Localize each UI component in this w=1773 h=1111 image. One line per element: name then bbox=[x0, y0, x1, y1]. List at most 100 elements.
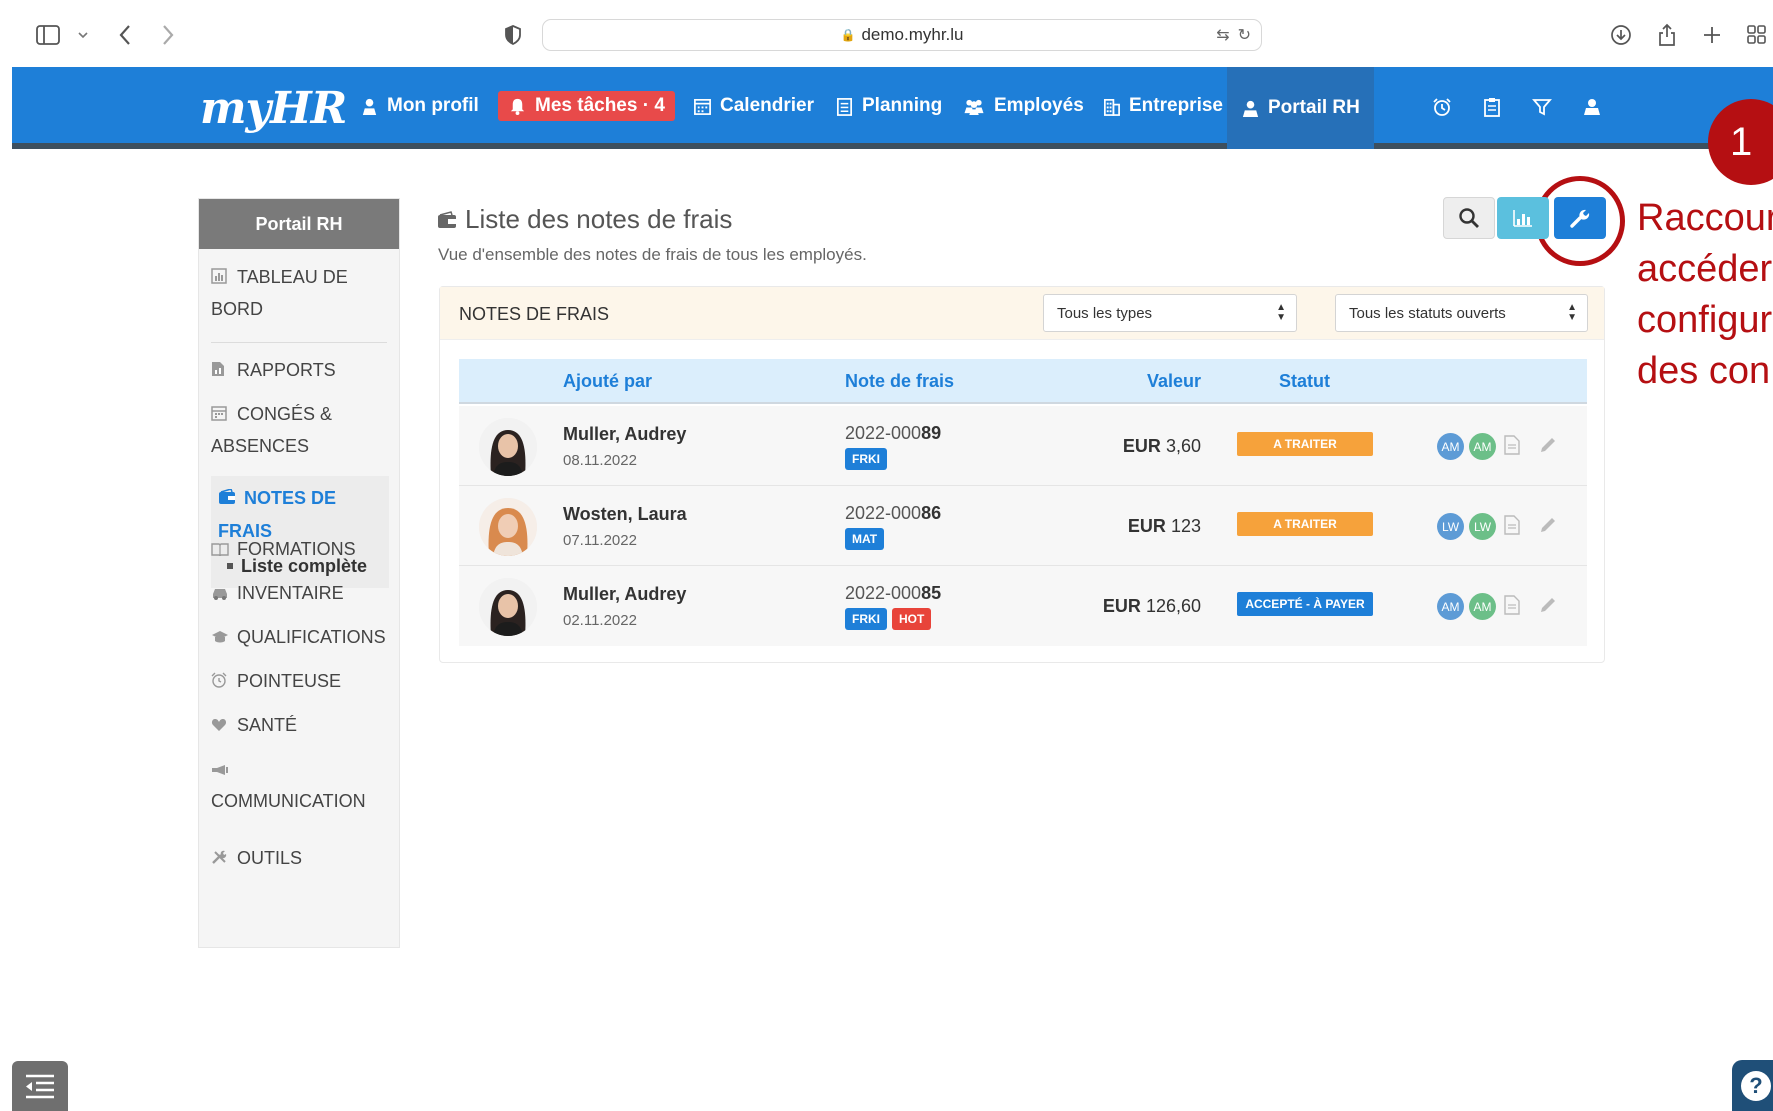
column-header-added-by[interactable]: Ajouté par bbox=[563, 371, 652, 392]
avatar bbox=[479, 418, 537, 476]
forward-icon[interactable] bbox=[155, 22, 181, 48]
sidebar-item-tableau-de-bord[interactable]: TABLEAU DE BORD bbox=[211, 261, 389, 325]
search-button[interactable] bbox=[1443, 197, 1495, 239]
approver-avatar[interactable]: AM bbox=[1437, 593, 1464, 620]
nav-mon-profil[interactable]: Mon profil bbox=[360, 91, 479, 121]
sidebar-item-label: TABLEAU DE BORD bbox=[211, 267, 348, 319]
sidebar-item-label: INVENTAIRE bbox=[237, 583, 344, 603]
annotation-line: configur bbox=[1637, 299, 1773, 341]
menu-toggle-button[interactable] bbox=[12, 1061, 68, 1111]
privacy-shield-icon[interactable] bbox=[500, 22, 526, 48]
column-header-note[interactable]: Note de frais bbox=[845, 371, 954, 392]
back-icon[interactable] bbox=[112, 22, 138, 48]
edit-pencil-icon[interactable] bbox=[1537, 593, 1559, 617]
alarm-clock-icon bbox=[211, 666, 229, 688]
statistics-button[interactable] bbox=[1497, 197, 1549, 239]
sidebar-item-inventaire[interactable]: INVENTAIRE bbox=[211, 577, 389, 609]
table-row[interactable]: Muller, Audrey 08.11.2022 2022-00089 FRK… bbox=[459, 406, 1587, 486]
sidebar-item-notes-de-frais[interactable]: NOTES DE FRAIS Liste complète bbox=[211, 476, 389, 588]
share-icon[interactable] bbox=[1654, 22, 1680, 48]
employee-name: Muller, Audrey bbox=[563, 424, 687, 444]
note-number[interactable]: 2022-00085 bbox=[845, 583, 941, 604]
nav-label: Calendrier bbox=[720, 95, 814, 116]
note-date: 07.11.2022 bbox=[563, 532, 637, 549]
panel-header: NOTES DE FRAIS Tous les types ▲ ▼ Tous le… bbox=[440, 287, 1604, 340]
approver-avatar[interactable]: LW bbox=[1469, 513, 1496, 540]
wallet-icon bbox=[218, 483, 236, 515]
translate-icon[interactable]: ⇆ bbox=[1216, 25, 1229, 45]
nav-label: Mes tâches · 4 bbox=[535, 95, 665, 116]
table-row[interactable]: Wosten, Laura 07.11.2022 2022-00086 MAT … bbox=[459, 486, 1587, 566]
sidebar-item-rapports[interactable]: RAPPORTS bbox=[211, 354, 389, 386]
nav-planning[interactable]: Planning bbox=[835, 91, 942, 121]
type-filter-select[interactable]: Tous les types ▲ ▼ bbox=[1043, 294, 1297, 332]
configuration-button[interactable] bbox=[1554, 197, 1606, 239]
search-icon bbox=[1459, 208, 1479, 228]
address-bar[interactable]: 🔒 demo.myhr.lu ⇆ ↻ bbox=[542, 19, 1262, 51]
sidebar-item-qualifications[interactable]: QUALIFICATIONS bbox=[211, 621, 389, 653]
sidebar-item-formations[interactable]: FORMATIONS bbox=[211, 533, 389, 565]
note-number[interactable]: 2022-00089 bbox=[845, 423, 941, 444]
reload-icon[interactable]: ↻ bbox=[1238, 25, 1251, 45]
column-header-value[interactable]: Valeur bbox=[1147, 371, 1201, 392]
calendar-icon bbox=[694, 98, 711, 115]
sidebar-item-communication[interactable]: COMMUNICATION bbox=[211, 753, 389, 817]
note-number[interactable]: 2022-00086 bbox=[845, 503, 941, 524]
nav-entreprise[interactable]: Entreprise bbox=[1102, 91, 1223, 121]
avatar bbox=[479, 578, 537, 636]
nav-mes-taches[interactable]: Mes tâches · 4 bbox=[498, 91, 675, 121]
edit-pencil-icon[interactable] bbox=[1537, 513, 1559, 537]
nav-calendrier[interactable]: Calendrier bbox=[693, 91, 814, 121]
chevron-down-icon[interactable] bbox=[70, 22, 96, 48]
bar-chart-icon bbox=[1513, 210, 1532, 227]
select-arrows-icon: ▲ ▼ bbox=[1567, 302, 1577, 323]
sidebar-item-label: SANTÉ bbox=[237, 715, 298, 735]
sidebar-item-label: RAPPORTS bbox=[237, 360, 336, 380]
sidebar-item-label: QUALIFICATIONS bbox=[237, 627, 386, 647]
status-badge: ACCEPTÉ - À PAYER bbox=[1237, 592, 1373, 616]
select-value: Tous les types bbox=[1057, 304, 1153, 322]
annotation-text: Raccour accéder configur des con bbox=[1637, 193, 1773, 397]
clipboard-icon[interactable] bbox=[1480, 95, 1504, 119]
status-badge: A TRAITER bbox=[1237, 512, 1373, 536]
sidebar-item-label: FORMATIONS bbox=[237, 539, 356, 559]
status-filter-select[interactable]: Tous les statuts ouverts ▲ ▼ bbox=[1335, 294, 1588, 332]
main-navigation: myHR Mon profil Mes tâches · 4 Calendrie… bbox=[12, 67, 1773, 149]
nav-employes[interactable]: Employés bbox=[962, 91, 1084, 121]
edit-pencil-icon[interactable] bbox=[1537, 433, 1559, 457]
download-icon[interactable] bbox=[1608, 22, 1634, 48]
sidebar-item-conges-absences[interactable]: CONGÉS & ABSENCES bbox=[211, 398, 389, 462]
document-icon[interactable] bbox=[1501, 433, 1523, 457]
approver-avatar[interactable]: LW bbox=[1437, 513, 1464, 540]
select-value: Tous les statuts ouverts bbox=[1349, 304, 1506, 322]
tab-overview-icon[interactable] bbox=[1744, 22, 1770, 48]
sidebar-item-outils[interactable]: OUTILS bbox=[211, 842, 389, 874]
tools-icon bbox=[211, 843, 229, 864]
nav-portail-rh[interactable]: Portail RH bbox=[1227, 67, 1374, 149]
note-value: EUR 123 bbox=[1127, 516, 1201, 536]
column-header-status[interactable]: Statut bbox=[1279, 371, 1330, 392]
annotation-line: des con bbox=[1637, 350, 1771, 392]
sidebar-item-sante[interactable]: SANTÉ bbox=[211, 709, 389, 741]
document-icon[interactable] bbox=[1501, 513, 1523, 537]
indent-list-icon bbox=[26, 1074, 54, 1099]
approver-avatar[interactable]: AM bbox=[1469, 593, 1496, 620]
new-tab-icon[interactable] bbox=[1699, 22, 1725, 48]
employee-name: Wosten, Laura bbox=[563, 504, 687, 524]
filter-icon[interactable] bbox=[1530, 95, 1554, 119]
document-icon[interactable] bbox=[1501, 593, 1523, 617]
approver-avatar[interactable]: AM bbox=[1469, 433, 1496, 460]
help-button[interactable]: ? bbox=[1732, 1060, 1773, 1111]
status-badge: A TRAITER bbox=[1237, 432, 1373, 456]
sidebar-toggle-icon[interactable] bbox=[35, 22, 61, 48]
tag-badge: HOT bbox=[892, 608, 932, 630]
user-icon[interactable] bbox=[1580, 95, 1604, 119]
alarm-clock-icon[interactable] bbox=[1430, 95, 1454, 119]
approver-avatar[interactable]: AM bbox=[1437, 433, 1464, 460]
table-row[interactable]: Muller, Audrey 02.11.2022 2022-00085 FRK… bbox=[459, 566, 1587, 646]
sidebar-item-pointeuse[interactable]: POINTEUSE bbox=[211, 665, 389, 697]
user-tie-icon bbox=[1242, 100, 1259, 117]
myhr-logo[interactable]: myHR bbox=[200, 83, 347, 134]
avatar bbox=[479, 498, 537, 556]
dashboard-icon bbox=[211, 262, 229, 284]
